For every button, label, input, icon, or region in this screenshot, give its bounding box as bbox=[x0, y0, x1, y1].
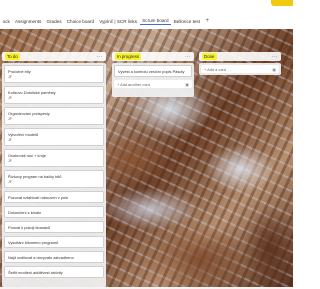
card-assignee-badge: JF bbox=[8, 117, 12, 121]
card-title: Kolizovo Dotolické paměsty bbox=[8, 90, 56, 95]
add-tab-button[interactable]: + bbox=[203, 18, 213, 24]
template-icon[interactable]: ▣ bbox=[272, 67, 276, 72]
card[interactable]: Řízkový program na bačky bitů JF bbox=[4, 170, 104, 188]
card[interactable]: Dokončení s kmalu bbox=[4, 206, 104, 218]
card[interactable]: Vyvést a kontrolu vesíční popis Pasuty bbox=[114, 65, 192, 77]
card-title: Vytvoření modelů bbox=[8, 132, 39, 137]
card[interactable]: Pouvat k pokoji kbanáců bbox=[4, 221, 104, 233]
column-menu-icon[interactable]: ··· bbox=[97, 54, 104, 60]
card[interactable]: Kolizovo Dotolické paměsty JF bbox=[4, 86, 104, 104]
add-card-button[interactable]: + Add a card ▣ bbox=[201, 65, 279, 73]
tab-assignments[interactable]: Assignments bbox=[12, 19, 44, 24]
card-assignee-badge: JF bbox=[8, 138, 12, 142]
card[interactable]: Najít vzdilovat a dovyvato zahradbeno bbox=[4, 251, 104, 263]
column-header-todo[interactable]: To do ··· bbox=[2, 52, 106, 61]
add-another-card-button[interactable]: + Add another card ▣ bbox=[114, 80, 192, 88]
card[interactable]: Organizování podspésly JF bbox=[4, 107, 104, 125]
column-menu-icon[interactable]: ··· bbox=[272, 54, 279, 60]
card-assignee-badge: JF bbox=[8, 159, 12, 163]
column-title-done: Done bbox=[202, 53, 217, 60]
card[interactable]: Osobnosti rusí + kroje JF bbox=[4, 149, 104, 167]
column-title-in-progress: In progress bbox=[115, 53, 141, 60]
card-title: Organizování podspésly bbox=[8, 111, 50, 116]
card-title: Vyscitání bliomeno programů bbox=[8, 240, 59, 245]
column-header-in-progress[interactable]: In progress ··· bbox=[112, 52, 194, 61]
card-assignee-badge: JF bbox=[8, 75, 12, 79]
card-title: Pozovat vztahlosti rubouven v pole bbox=[8, 195, 69, 200]
tab-scr-links[interactable]: Vypínč | SCR links bbox=[97, 19, 140, 24]
add-card-label: + Add another card bbox=[117, 81, 150, 87]
tab-bellonce-test[interactable]: Bellonce test bbox=[171, 19, 203, 24]
card-title: Osobnosti rusí + kroje bbox=[8, 153, 46, 158]
column-body-done: + Add a card ▣ bbox=[199, 63, 281, 75]
template-icon[interactable]: ▣ bbox=[185, 82, 189, 87]
card-title: Řízkový program na bačky bitů bbox=[8, 174, 62, 179]
page: ock Assignments Grades Choice board Vypí… bbox=[0, 0, 293, 289]
card-title: Pročotné bity bbox=[8, 69, 31, 74]
card[interactable]: Vyscitání bliomeno programů bbox=[4, 236, 104, 248]
column-title-todo: To do bbox=[5, 53, 20, 60]
column-menu-icon[interactable]: ··· bbox=[185, 54, 192, 60]
card-title: Vyvést a kontrolu vesíční popis Pasuty bbox=[118, 69, 185, 74]
add-card-label: + Add a card bbox=[204, 66, 226, 72]
card-title: Dokončení s kmalu bbox=[8, 210, 42, 215]
card-assignee-badge: JF bbox=[8, 180, 12, 184]
card-assignee-badge: JF bbox=[8, 96, 12, 100]
card-title: Najít vzdilovat a dovyvato zahradbeno bbox=[8, 255, 74, 260]
tab-scrum-board[interactable]: Scrum board bbox=[139, 18, 172, 25]
card[interactable]: Šetřit modlení additivest arkivity bbox=[4, 266, 104, 278]
tab-choice-board[interactable]: Choice board bbox=[64, 19, 97, 24]
column-header-done[interactable]: Done ··· bbox=[199, 52, 281, 61]
card[interactable]: Vytvoření modelů JF bbox=[4, 128, 104, 146]
card[interactable]: Pročotné bity JF bbox=[4, 65, 104, 83]
tab-bar: ock Assignments Grades Choice board Vypí… bbox=[0, 14, 293, 28]
column-body-todo: Pročotné bity JF Kolizovo Dotolické pamě… bbox=[2, 63, 106, 287]
card[interactable]: Pozovat vztahlosti rubouven v pole bbox=[4, 191, 104, 203]
card-title: Šetřit modlení additivest arkivity bbox=[8, 270, 63, 275]
scrum-board: To do ··· Pročotné bity JF Kolizovo Doto… bbox=[0, 29, 293, 287]
card-title: Pouvat k pokoji kbanáců bbox=[8, 225, 51, 230]
column-body-in-progress: Vyvést a kontrolu vesíční popis Pasuty +… bbox=[112, 63, 194, 97]
top-right-badge[interactable] bbox=[271, 0, 293, 6]
tab-block[interactable]: ock bbox=[0, 19, 12, 24]
tab-grades[interactable]: Grades bbox=[44, 19, 64, 24]
